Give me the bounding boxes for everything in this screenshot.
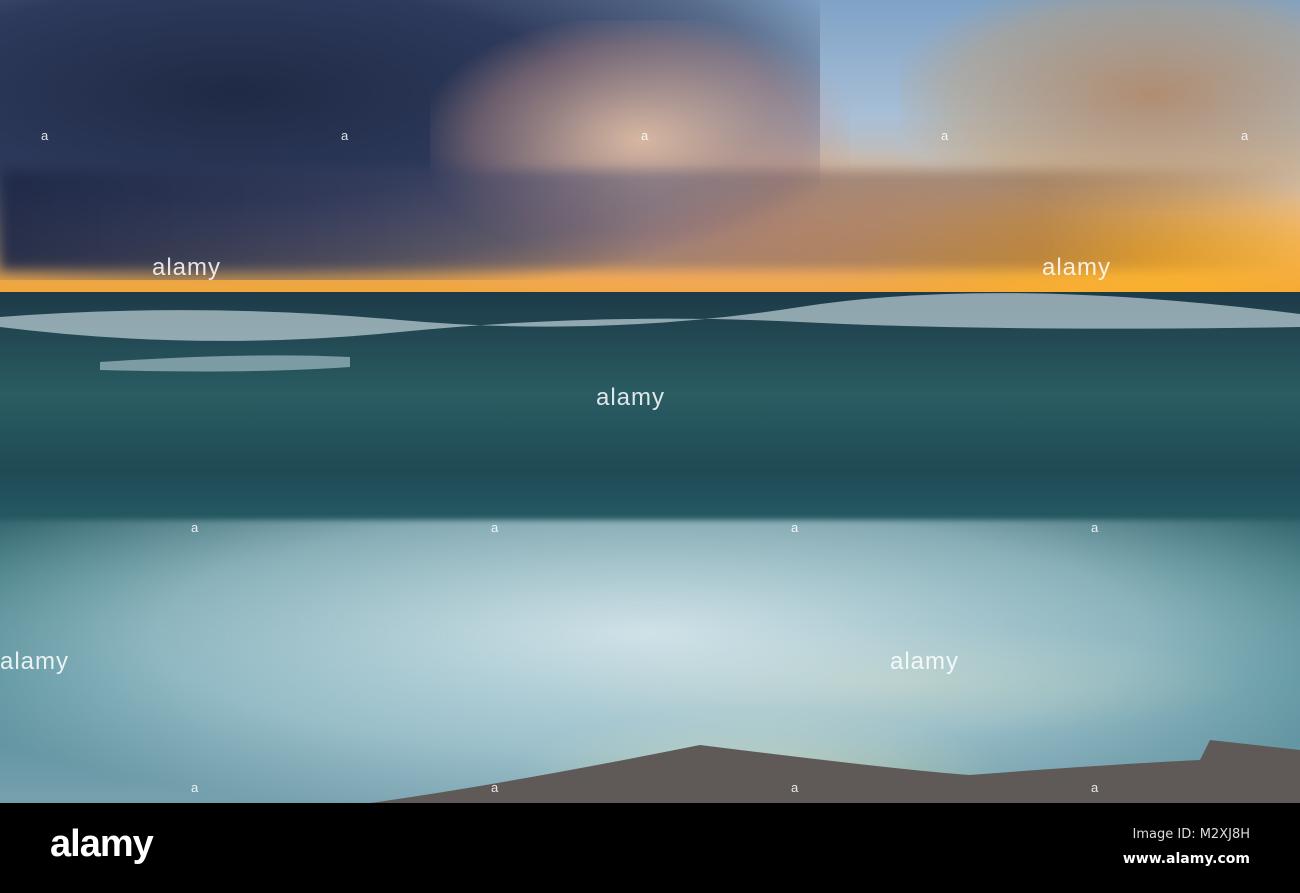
watermark: a xyxy=(1091,520,1099,535)
watermark: a xyxy=(41,128,49,143)
website-link[interactable]: www.alamy.com xyxy=(1123,851,1250,867)
watermark: a xyxy=(791,780,799,795)
watermark: a xyxy=(641,128,649,143)
watermark: a xyxy=(491,780,499,795)
watermark: alamy xyxy=(0,648,70,675)
watermark: a xyxy=(491,520,499,535)
watermark: a xyxy=(1091,780,1099,795)
watermark: alamy xyxy=(596,384,666,411)
watermark: alamy xyxy=(152,254,222,281)
watermark: alamy xyxy=(1042,254,1112,281)
watermark: a xyxy=(1241,128,1249,143)
image-id: Image ID: M2XJ8H xyxy=(1132,827,1250,842)
watermark: a xyxy=(191,780,199,795)
watermark: a xyxy=(791,520,799,535)
watermark: a xyxy=(941,128,949,143)
watermark: a xyxy=(191,520,199,535)
alamy-logo: alamy xyxy=(50,823,154,865)
watermark: a xyxy=(341,128,349,143)
watermark: alamy xyxy=(890,648,960,675)
footer-bar: alamy Image ID: M2XJ8H www.alamy.com xyxy=(0,803,1300,893)
sunset-seascape-photo: alamy alamy alamy alamy alamy a a a a a … xyxy=(0,0,1300,803)
